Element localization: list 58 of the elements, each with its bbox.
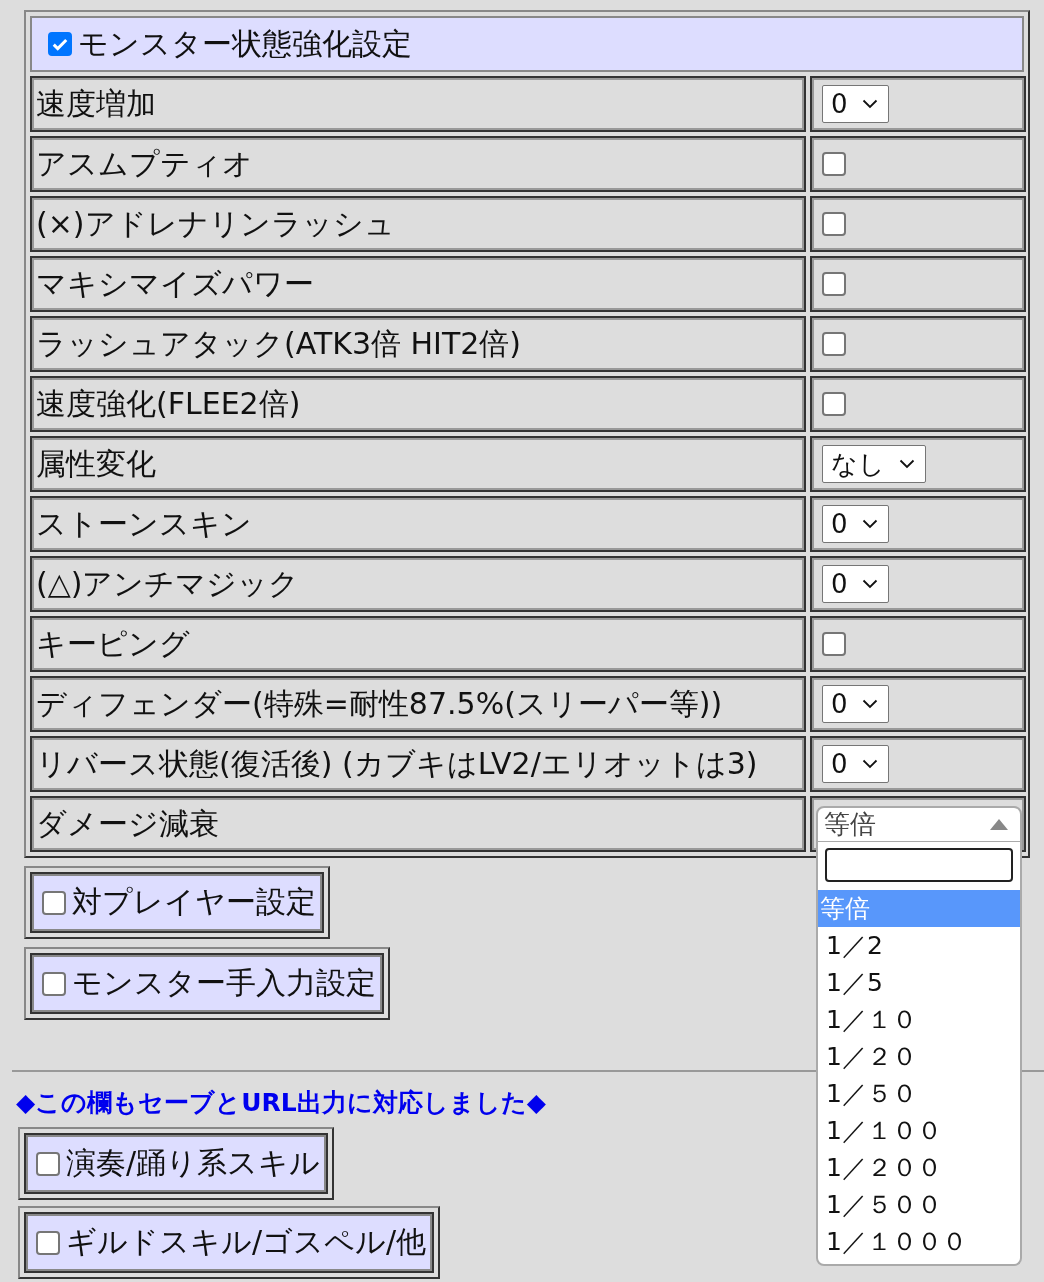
- checkbox[interactable]: [36, 1151, 60, 1176]
- dropdown[interactable]: 0: [822, 565, 889, 603]
- checkbox[interactable]: [822, 332, 846, 356]
- section-toggle[interactable]: モンスター手入力設定: [24, 947, 390, 1020]
- dropdown-option[interactable]: 1／2: [818, 927, 1020, 964]
- chevron-icon: [861, 579, 878, 589]
- table-cell: (△)アンチマジック: [30, 556, 806, 612]
- table-cell: 速度増加: [30, 76, 806, 132]
- dropdown-option[interactable]: 1／５０: [818, 1075, 1020, 1112]
- chevron-icon: [861, 699, 878, 709]
- dropdown[interactable]: なし: [822, 445, 926, 483]
- chevron-icon: [899, 459, 915, 469]
- table-cell: マキシマイズパワー: [30, 256, 806, 312]
- dropdown[interactable]: 0: [822, 745, 889, 783]
- notice-text: ◆この欄もセーブとURL出力に対応しました◆: [16, 1087, 546, 1119]
- table-cell: アスムプティオ: [30, 136, 806, 192]
- chevron-icon: [861, 519, 878, 529]
- section-label: モンスター手入力設定: [72, 964, 376, 1002]
- table-cell: (×)アドレナリンラッシュ: [30, 196, 806, 252]
- section-toggle[interactable]: ギルドスキル/ゴスペル/他: [18, 1206, 441, 1279]
- dropdown-option[interactable]: 1／２０: [818, 1038, 1020, 1075]
- dropdown[interactable]: 0: [822, 85, 889, 123]
- checkbox[interactable]: [48, 32, 72, 56]
- checkbox[interactable]: [42, 890, 66, 915]
- dropdown-option[interactable]: 1／５００: [818, 1186, 1020, 1223]
- dropdown-option[interactable]: 1／２００: [818, 1149, 1020, 1186]
- chevron-icon: [861, 99, 878, 109]
- chevron-icon: [861, 759, 878, 769]
- dropdown-option[interactable]: 1／１０: [818, 1001, 1020, 1038]
- header-label: モンスター状態強化設定: [78, 24, 412, 63]
- checkbox[interactable]: [36, 1230, 60, 1255]
- dropdown-option[interactable]: 1／１０００: [818, 1223, 1020, 1260]
- dropdown[interactable]: 0: [822, 685, 889, 723]
- checkbox[interactable]: [822, 272, 846, 296]
- checkbox[interactable]: [822, 392, 846, 416]
- table-cell: 属性変化: [30, 436, 806, 492]
- dropdown[interactable]: 0: [822, 505, 889, 543]
- dropdown[interactable]: 等倍: [816, 806, 1022, 842]
- checkbox[interactable]: [42, 971, 66, 996]
- search-field[interactable]: [825, 848, 1013, 882]
- checkbox[interactable]: [822, 632, 846, 656]
- section-toggle[interactable]: 対プレイヤー設定: [24, 866, 330, 939]
- checkbox[interactable]: [822, 212, 846, 236]
- section-toggle[interactable]: 演奏/踊り系スキル: [18, 1127, 335, 1200]
- table-cell: ディフェンダー(特殊=耐性87.5%(スリーパー等)): [30, 676, 806, 732]
- section-label: 演奏/踊り系スキル: [66, 1144, 321, 1182]
- table-cell: ストーンスキン: [30, 496, 806, 552]
- checkbox[interactable]: [822, 152, 846, 176]
- table-cell: ダメージ減衰: [30, 796, 806, 852]
- dropdown-option[interactable]: 1／5: [818, 964, 1020, 1001]
- section-label: ギルドスキル/ゴスペル/他: [66, 1223, 427, 1261]
- section-label: 対プレイヤー設定: [72, 883, 316, 921]
- table-cell: ラッシュアタック(ATK3倍 HIT2倍): [30, 316, 806, 372]
- caret-icon: [990, 819, 1008, 830]
- table-cell: キーピング: [30, 616, 806, 672]
- dropdown-option[interactable]: 1／１００: [818, 1112, 1020, 1149]
- table-cell: 速度強化(FLEE2倍): [30, 376, 806, 432]
- table-cell: リバース状態(復活後) (カブキはLV2/エリオットは3): [30, 736, 806, 792]
